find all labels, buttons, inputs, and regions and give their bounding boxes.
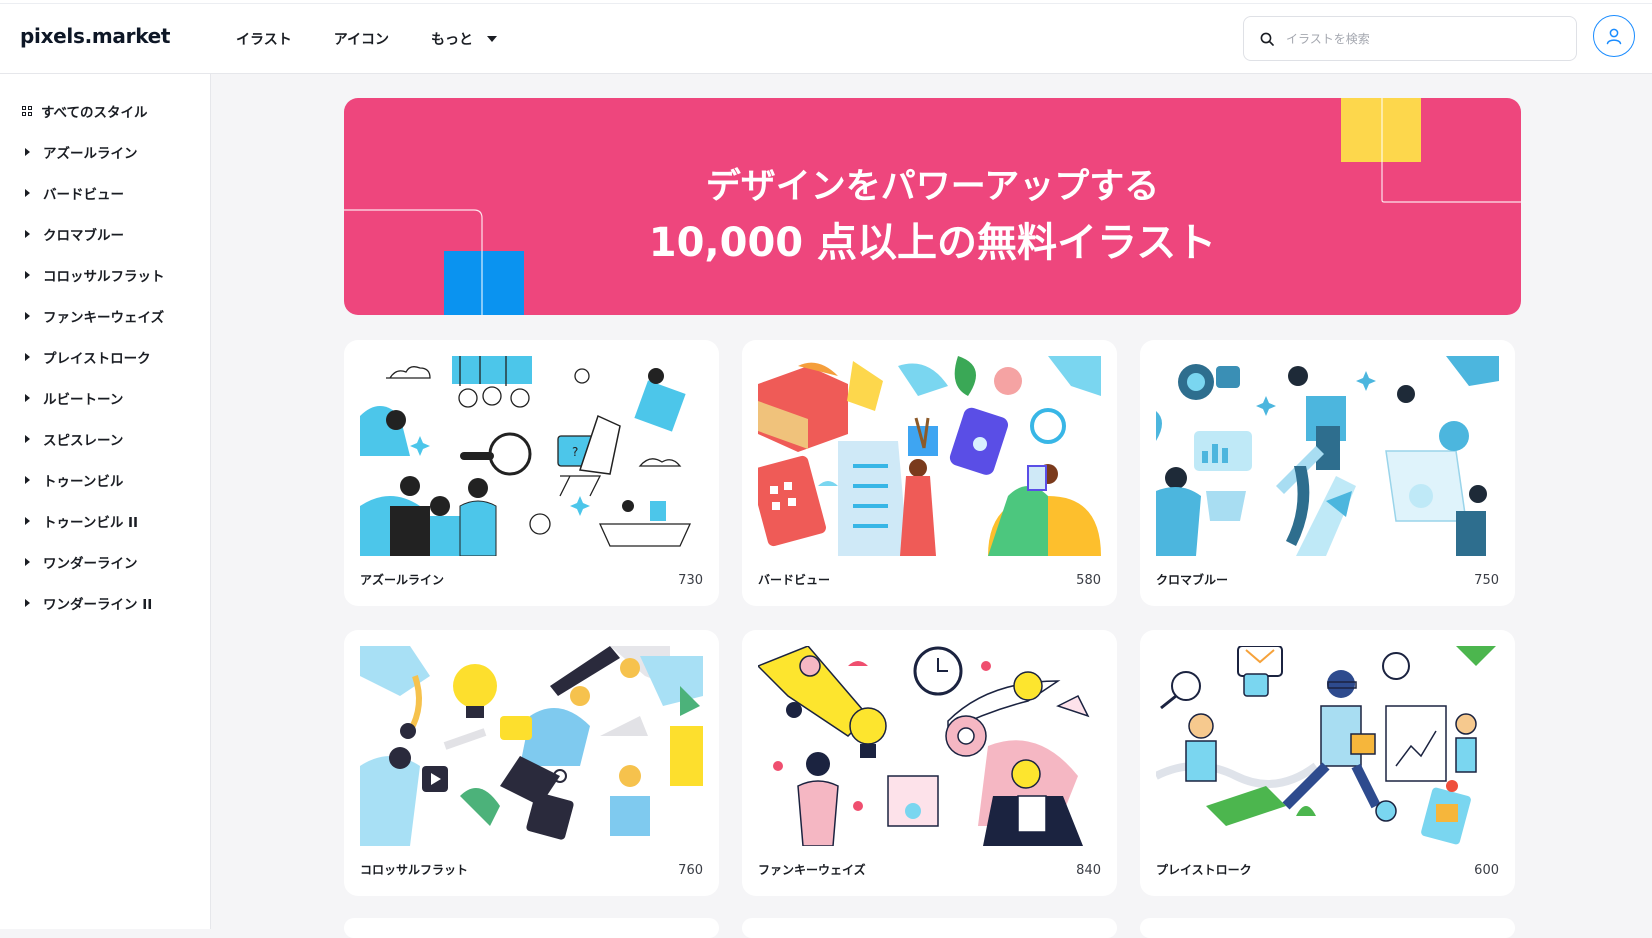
caret-right-icon: [25, 476, 30, 484]
sidebar-item-colossal-flat[interactable]: コロッサルフラット: [22, 265, 165, 285]
sidebar-item-wonder-line[interactable]: ワンダーライン: [22, 552, 138, 572]
style-card-chroma-blue[interactable]: クロマブルー 750: [1140, 340, 1515, 606]
chevron-down-icon: [487, 36, 498, 42]
card-thumbnail: [1156, 646, 1499, 846]
search-icon: [1260, 32, 1274, 46]
sidebar-item-label: ルビートーン: [43, 392, 124, 408]
style-card-play-stroke[interactable]: プレイストローク 600: [1140, 630, 1515, 896]
sidebar-item-label: アズールライン: [43, 146, 138, 162]
style-card-next-row[interactable]: [1140, 918, 1515, 938]
hero-banner: デザインをパワーアップする 10,000 点以上の無料イラスト: [344, 98, 1521, 315]
caret-right-icon: [25, 517, 30, 525]
sidebar-item-label: トゥーンビル: [43, 474, 124, 490]
caret-right-icon: [25, 189, 30, 197]
svg-text:?: ?: [572, 445, 578, 459]
style-card-next-row[interactable]: [742, 918, 1117, 938]
sidebar-item-label: コロッサルフラット: [43, 269, 165, 285]
card-item-count: 580: [1076, 573, 1101, 588]
sidebar-item-label: すべてのスタイル: [41, 105, 148, 121]
sidebar-item-ruby-tone[interactable]: ルビートーン: [22, 388, 123, 408]
card-style-name: バードビュー: [758, 573, 831, 587]
style-card-azure-line[interactable]: ? アズールライン 730: [344, 340, 719, 606]
card-style-name: アズールライン: [360, 573, 445, 587]
card-thumbnail: [758, 356, 1101, 556]
sidebar-item-label: ワンダーライン: [43, 556, 138, 572]
caret-right-icon: [25, 558, 30, 566]
card-item-count: 600: [1474, 863, 1499, 878]
sidebar-item-funky-ways[interactable]: ファンキーウェイズ: [22, 306, 164, 326]
card-thumbnail: [360, 646, 703, 846]
nav-more-label: もっと: [431, 32, 474, 48]
sidebar-item-label: バードビュー: [43, 187, 124, 203]
banner-subheadline: 10,000 点以上の無料イラスト: [648, 220, 1217, 266]
sidebar-item-label: ファンキーウェイズ: [43, 310, 165, 326]
style-card-funky-ways[interactable]: ファンキーウェイズ 840: [742, 630, 1117, 896]
user-account-button[interactable]: [1593, 15, 1635, 57]
top-header: pixels.market イラスト アイコン もっと: [0, 4, 1652, 74]
nav-more[interactable]: もっと: [431, 29, 498, 49]
sidebar-item-chroma-blue[interactable]: クロマブルー: [22, 224, 124, 244]
card-style-name: クロマブルー: [1156, 573, 1229, 587]
card-style-name: コロッサルフラット: [360, 863, 469, 877]
sidebar-item-label: トゥーンビル II: [43, 515, 139, 531]
nav-illustrations[interactable]: イラスト: [236, 29, 292, 49]
grid-icon: [22, 105, 33, 117]
card-style-name: ファンキーウェイズ: [758, 863, 866, 877]
sidebar-item-all-styles[interactable]: すべてのスタイル: [22, 101, 148, 121]
style-sidebar: すべてのスタイル アズールライン バードビュー クロマブルー コロッサルフラット…: [0, 74, 211, 929]
card-thumbnail: [1156, 356, 1499, 556]
card-item-count: 760: [678, 863, 703, 878]
card-style-name: プレイストローク: [1156, 863, 1252, 877]
main-nav: イラスト アイコン もっと: [236, 4, 498, 74]
caret-right-icon: [25, 148, 30, 156]
sidebar-item-play-stroke[interactable]: プレイストローク: [22, 347, 151, 367]
sidebar-item-toonville-2[interactable]: トゥーンビル II: [22, 511, 138, 531]
sidebar-item-label: ワンダーライン II: [43, 597, 153, 613]
user-icon: [1606, 28, 1622, 45]
sidebar-item-toonville[interactable]: トゥーンビル: [22, 470, 123, 490]
sidebar-item-label: スピスレーン: [43, 433, 124, 449]
sidebar-item-bird-view[interactable]: バードビュー: [22, 183, 124, 203]
sidebar-item-label: クロマブルー: [43, 228, 124, 244]
sidebar-item-label: プレイストローク: [43, 351, 151, 367]
style-card-colossal-flat[interactable]: コロッサルフラット 760: [344, 630, 719, 896]
search-box[interactable]: [1243, 16, 1577, 61]
card-thumbnail: [758, 646, 1101, 846]
site-logo[interactable]: pixels.market: [20, 24, 170, 48]
sidebar-item-azure-line[interactable]: アズールライン: [22, 142, 138, 162]
caret-right-icon: [25, 435, 30, 443]
card-item-count: 840: [1076, 863, 1101, 878]
caret-right-icon: [25, 230, 30, 238]
caret-right-icon: [25, 599, 30, 607]
sidebar-item-spis-lane[interactable]: スピスレーン: [22, 429, 123, 449]
sidebar-item-wonder-line-2[interactable]: ワンダーライン II: [22, 593, 152, 613]
caret-right-icon: [25, 271, 30, 279]
banner-headline: デザインをパワーアップする: [705, 167, 1160, 207]
caret-right-icon: [25, 394, 30, 402]
card-item-count: 750: [1474, 573, 1499, 588]
style-card-bird-view[interactable]: バードビュー 580: [742, 340, 1117, 606]
style-card-next-row[interactable]: [344, 918, 719, 938]
caret-right-icon: [25, 353, 30, 361]
caret-right-icon: [25, 312, 30, 320]
card-item-count: 730: [678, 573, 703, 588]
search-input[interactable]: [1286, 31, 1556, 46]
card-thumbnail: ?: [360, 356, 703, 556]
nav-icons[interactable]: アイコン: [334, 29, 389, 49]
